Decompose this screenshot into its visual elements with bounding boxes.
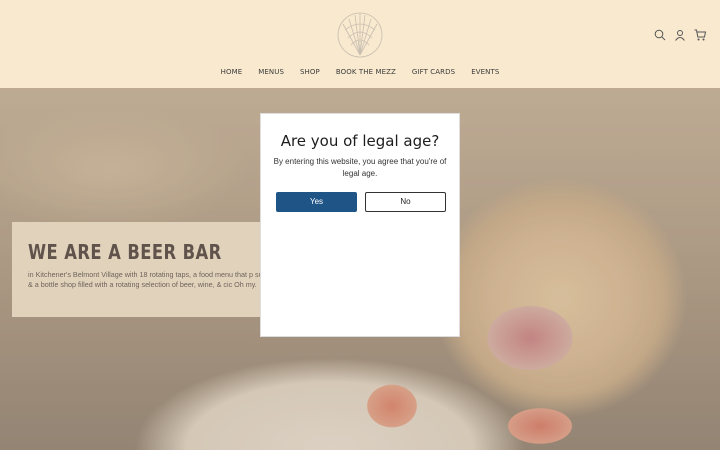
shell-logo-icon[interactable] xyxy=(335,10,385,60)
cart-icon[interactable] xyxy=(694,28,707,41)
site-header: HOME MENUS SHOP BOOK THE MEZZ GIFT CARDS… xyxy=(0,0,720,88)
user-icon[interactable] xyxy=(674,28,686,41)
main-nav: HOME MENUS SHOP BOOK THE MEZZ GIFT CARDS… xyxy=(0,68,720,76)
yes-button[interactable]: Yes xyxy=(276,192,357,212)
header-icons xyxy=(654,28,707,41)
no-button[interactable]: No xyxy=(365,192,446,212)
nav-shop[interactable]: SHOP xyxy=(292,68,328,76)
modal-text: By entering this website, you agree that… xyxy=(273,157,447,178)
nav-book-the-mezz[interactable]: BOOK THE MEZZ xyxy=(328,68,404,76)
modal-buttons: Yes No xyxy=(276,192,446,212)
age-verification-modal: Are you of legal age? By entering this w… xyxy=(260,113,460,337)
shell-logo-svg xyxy=(337,12,383,58)
nav-menus[interactable]: MENUS xyxy=(250,68,292,76)
nav-gift-cards[interactable]: GIFT CARDS xyxy=(404,68,463,76)
search-icon[interactable] xyxy=(654,28,666,41)
modal-title: Are you of legal age? xyxy=(280,132,440,150)
nav-events[interactable]: EVENTS xyxy=(463,68,507,76)
nav-home[interactable]: HOME xyxy=(213,68,251,76)
